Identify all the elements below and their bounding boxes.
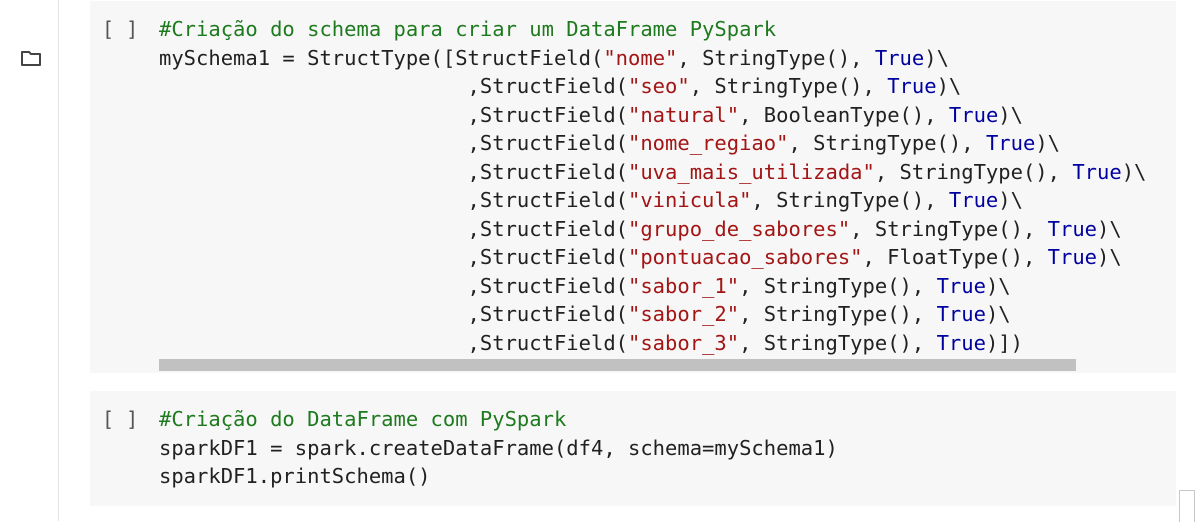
code-token: , StringType(), — [677, 45, 875, 70]
code-token: "pontuacao_sabores" — [628, 245, 863, 269]
code-token: "nome" — [603, 45, 678, 70]
code-token: )\ — [924, 45, 949, 70]
run-cell-button[interactable]: [ ] — [102, 407, 138, 431]
code-token: , StringType(), — [751, 188, 949, 212]
code-line: mySchema1 = StructType([StructField("nom… — [159, 44, 1146, 73]
code-token: True — [948, 188, 999, 212]
code-token: )\ — [998, 102, 1023, 127]
code-token: , StringType(), — [739, 330, 937, 355]
code-token: ,StructField( — [159, 245, 628, 269]
code-token: #Criação do DataFrame com PySpark — [159, 407, 567, 431]
code-token: #Criação do schema para criar um DataFra… — [159, 17, 777, 41]
code-token: "seo" — [628, 74, 690, 98]
code-token: ,StructField( — [159, 74, 628, 98]
code-token: sparkDF1.printSchema() — [159, 464, 431, 488]
folder-icon[interactable] — [20, 48, 42, 68]
code-token: True — [1047, 245, 1098, 269]
code-line: ,StructField("sabor_3", StringType(), Tr… — [159, 329, 1146, 358]
code-token: )\ — [1097, 245, 1122, 269]
code-token: sparkDF1 = spark.createDataFrame(df4, sc… — [159, 435, 838, 460]
code-token: , StringType(), — [689, 74, 888, 98]
code-line: ,StructField("nome_regiao", StringType()… — [159, 129, 1146, 158]
code-editor[interactable]: #Criação do schema para criar um DataFra… — [159, 15, 1146, 357]
code-token: "uva_mais_utilizada" — [628, 159, 875, 184]
code-line: ,StructField("sabor_2", StringType(), Tr… — [159, 300, 1146, 329]
code-token: , StringType(), — [739, 302, 937, 326]
code-token: True — [874, 45, 925, 70]
code-token: ,StructField( — [159, 159, 628, 184]
code-token: "nome_regiao" — [628, 131, 789, 155]
code-token: True — [936, 302, 986, 326]
code-token: "grupo_de_sabores" — [628, 216, 851, 241]
horizontal-scrollbar[interactable] — [159, 359, 1076, 371]
code-token: , StringType(), — [850, 216, 1048, 241]
chevron-icon[interactable] — [20, 0, 42, 2]
code-token: )\ — [936, 74, 962, 98]
code-token: ,StructField( — [159, 302, 628, 326]
left-sidebar — [0, 0, 59, 521]
code-line: ,StructField("sabor_1", StringType(), Tr… — [159, 272, 1146, 301]
code-token: , StringType(), — [788, 131, 986, 155]
code-line: sparkDF1 = spark.createDataFrame(df4, sc… — [159, 434, 838, 463]
code-token: True — [985, 131, 1036, 155]
code-token: "natural" — [628, 102, 740, 127]
code-line: ,StructField("uva_mais_utilizada", Strin… — [159, 158, 1147, 187]
code-token: ,StructField( — [159, 273, 628, 298]
code-token: )\ — [985, 273, 1011, 298]
code-token: True — [948, 102, 999, 127]
code-token: )]) — [985, 330, 1023, 355]
code-token: "vinicula" — [628, 188, 752, 212]
code-token: True — [936, 273, 986, 298]
code-line: #Criação do schema para criar um DataFra… — [159, 15, 1146, 44]
code-token: )\ — [985, 302, 1011, 326]
code-token: ,StructField( — [159, 102, 628, 127]
code-cell-dataframe[interactable]: [ ] #Criação do DataFrame com PySpark spa… — [90, 391, 1176, 506]
code-token: )\ — [998, 188, 1023, 212]
code-token: True — [936, 330, 986, 355]
code-line: #Criação do DataFrame com PySpark — [159, 405, 838, 434]
code-token: "sabor_2" — [628, 302, 740, 326]
code-line: sparkDF1.printSchema() — [159, 462, 838, 491]
code-line: ,StructField("vinicula", StringType(), T… — [159, 186, 1146, 215]
code-token: True — [887, 74, 937, 98]
code-token: , StringType(), — [874, 159, 1073, 184]
vertical-scrollbar[interactable] — [1179, 490, 1195, 522]
code-token: mySchema1 = StructType([StructField( — [159, 45, 604, 70]
code-token: , StringType(), — [739, 273, 937, 298]
code-token: )\ — [1035, 131, 1060, 155]
code-token: ,StructField( — [159, 216, 628, 241]
code-token: )\ — [1097, 216, 1122, 241]
code-token: "sabor_3" — [628, 330, 740, 355]
code-line: ,StructField("natural", BooleanType(), T… — [159, 101, 1146, 130]
code-token: )\ — [1121, 159, 1147, 184]
code-line: ,StructField("pontuacao_sabores", FloatT… — [159, 243, 1146, 272]
code-token: ,StructField( — [159, 330, 628, 355]
code-token: ,StructField( — [159, 188, 628, 212]
code-token: , FloatType(), — [862, 245, 1048, 269]
code-token: "sabor_1" — [628, 273, 740, 298]
code-token: ,StructField( — [159, 131, 628, 155]
code-line: ,StructField("seo", StringType(), True)\ — [159, 72, 1146, 101]
code-editor[interactable]: #Criação do DataFrame com PySpark sparkDF… — [159, 405, 838, 491]
code-token: True — [1072, 159, 1122, 184]
run-cell-button[interactable]: [ ] — [102, 17, 138, 41]
code-line: ,StructField("grupo_de_sabores", StringT… — [159, 215, 1146, 244]
code-cell-schema[interactable]: [ ] #Criação do schema para criar um Dat… — [90, 1, 1176, 373]
code-token: True — [1047, 216, 1098, 241]
code-token: , BooleanType(), — [739, 102, 949, 127]
